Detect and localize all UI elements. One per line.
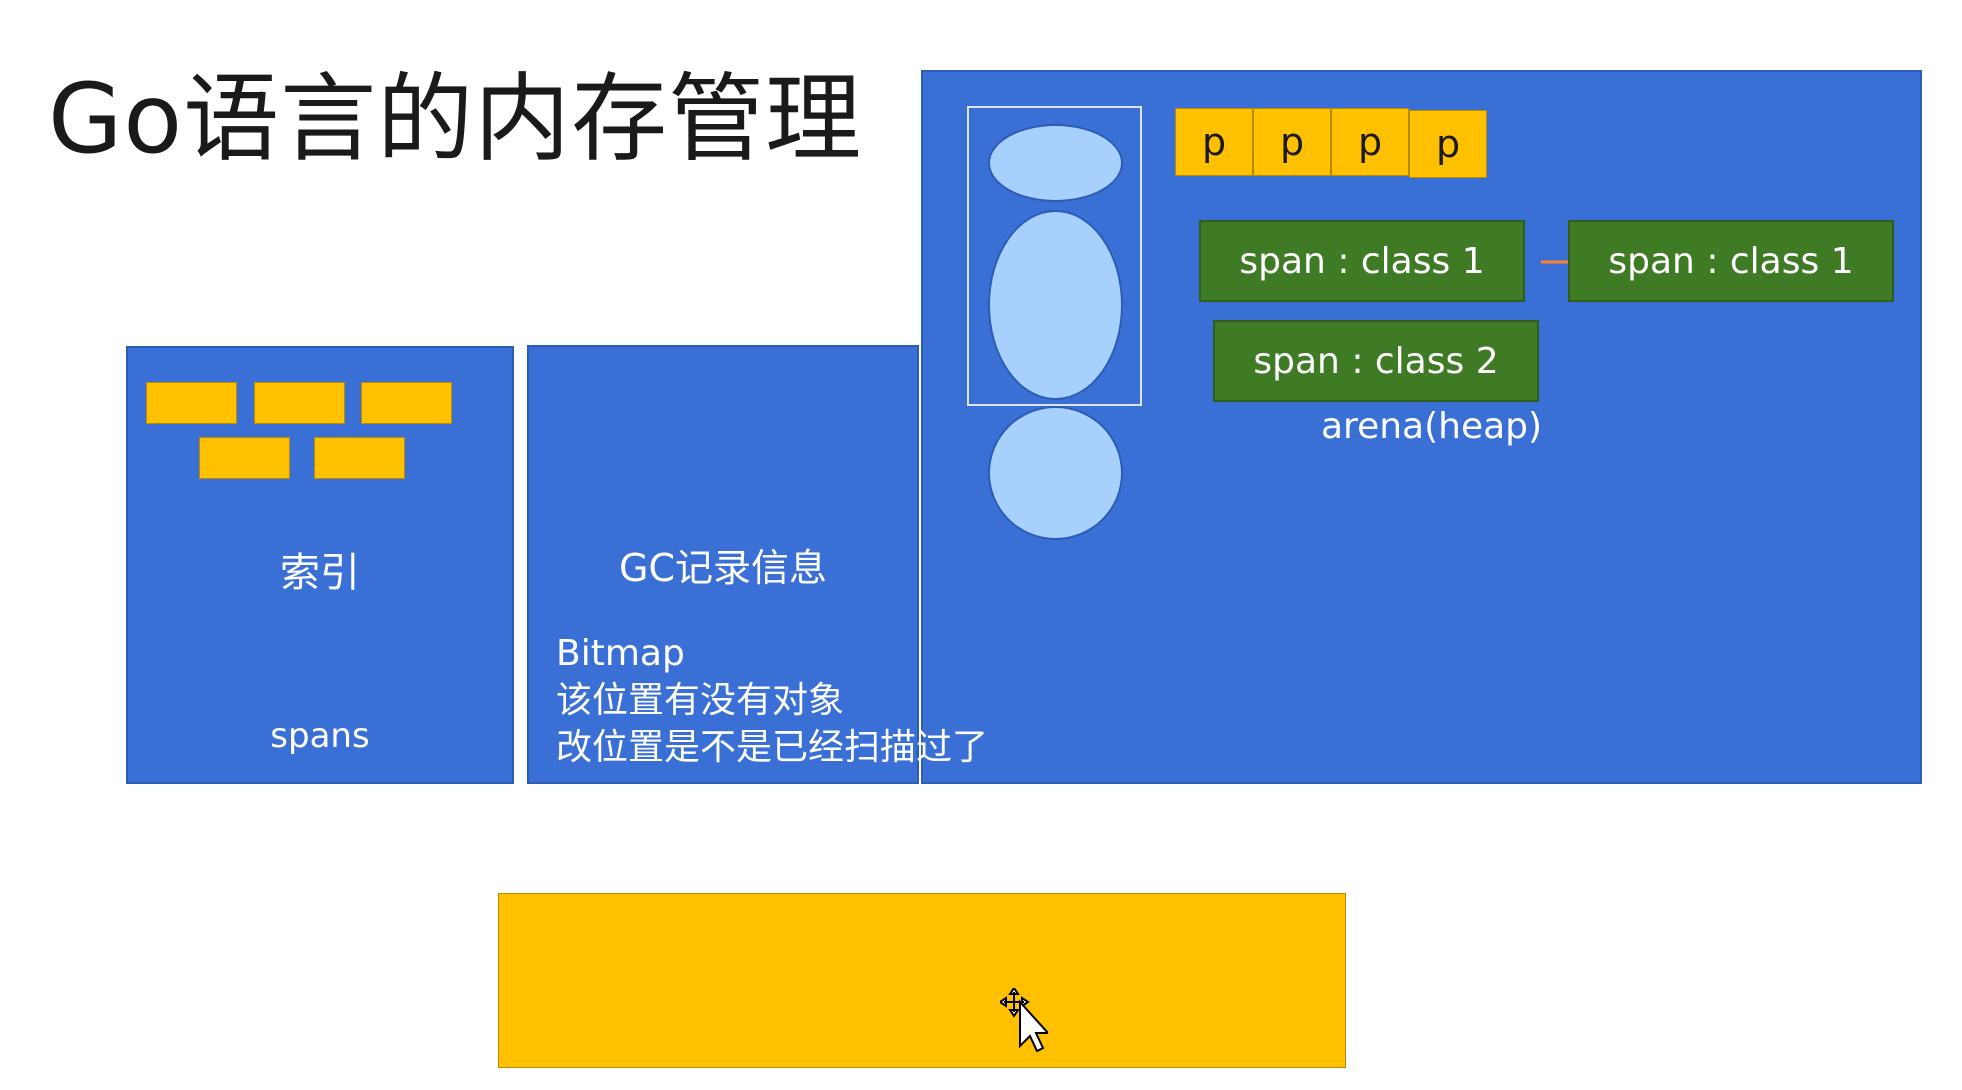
p-cell: p xyxy=(1409,110,1487,178)
index-block xyxy=(361,382,452,424)
index-block xyxy=(254,382,345,424)
span-box: span : class 2 xyxy=(1213,320,1539,402)
gc-line: 改位置是不是已经扫描过了 xyxy=(556,727,989,768)
index-label: 索引 xyxy=(280,550,360,596)
p-cell: p xyxy=(1253,108,1331,176)
arena-panel: p p p p span : class 1 span : class 1 sp… xyxy=(921,70,1922,784)
yellow-block[interactable] xyxy=(498,893,1346,1068)
span-box: span : class 1 xyxy=(1568,220,1894,302)
p-cell: p xyxy=(1175,108,1253,176)
round-ellipse xyxy=(988,406,1123,540)
gc-info-text: Bitmap 该位置有没有对象 改位置是不是已经扫描过了 xyxy=(556,630,988,771)
slide-title: Go语言的内存管理 xyxy=(48,63,863,175)
gc-line: 该位置有没有对象 xyxy=(556,680,845,721)
index-panel: 索引 spans xyxy=(126,346,514,784)
index-block xyxy=(146,382,237,424)
span-box: span : class 1 xyxy=(1199,220,1525,302)
spans-label: spans xyxy=(270,716,370,756)
large-ellipse xyxy=(988,210,1123,400)
move-cursor-icon xyxy=(1000,988,1048,1053)
gc-line: Bitmap xyxy=(556,633,685,674)
p-cell: p xyxy=(1331,108,1409,176)
small-ellipse xyxy=(988,124,1123,202)
gc-label: GC记录信息 xyxy=(619,546,827,590)
index-block xyxy=(314,437,405,479)
arena-label: arena(heap) xyxy=(1321,406,1543,447)
index-block xyxy=(199,437,290,479)
